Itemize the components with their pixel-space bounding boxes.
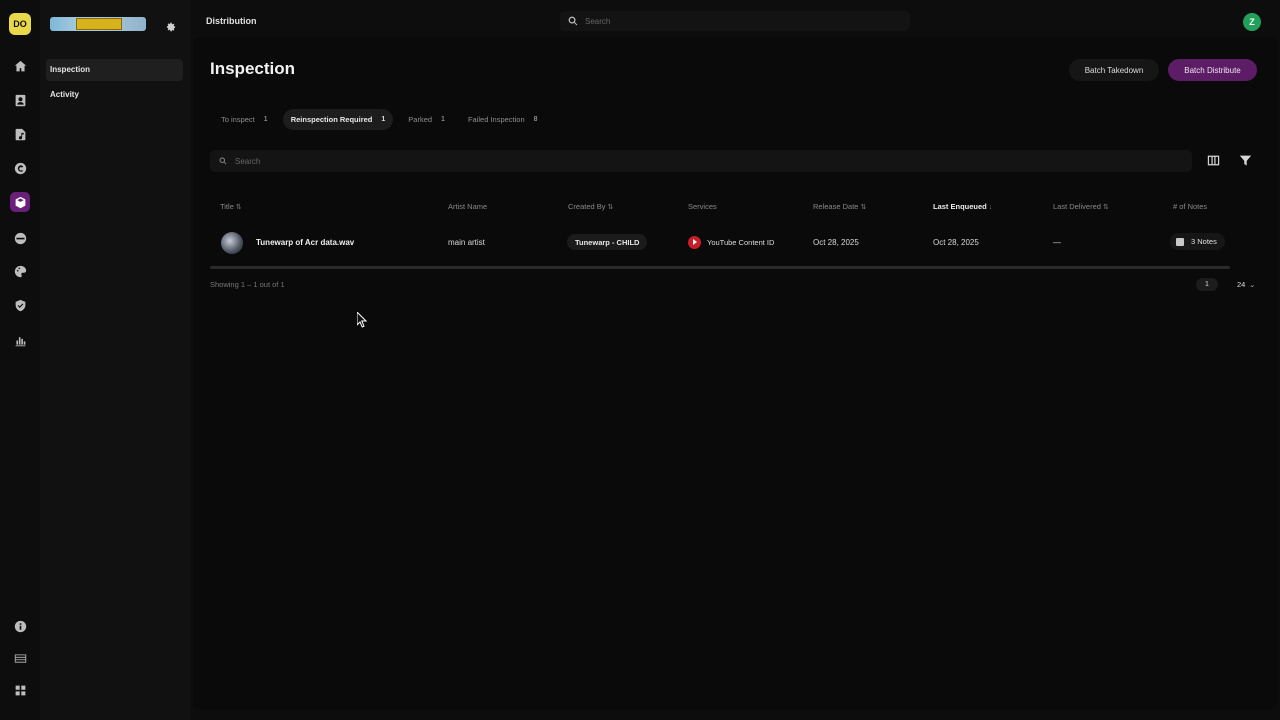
column-label: Title	[220, 202, 234, 211]
cube-icon[interactable]	[10, 192, 30, 212]
workspace-logo-mark	[76, 18, 122, 30]
filter-icon[interactable]	[1239, 154, 1253, 168]
tab-failed-inspection[interactable]: Failed Inspection 8	[460, 109, 546, 130]
notes-button[interactable]: 3 Notes	[1170, 233, 1225, 250]
last-delivered: —	[1053, 238, 1061, 247]
grid-icon[interactable]	[10, 680, 30, 700]
tab-label: Reinspection Required	[290, 115, 373, 124]
column-header-created-by[interactable]: Created By ⇅	[568, 202, 613, 211]
table-search-input[interactable]: Search	[210, 150, 1192, 172]
bar-chart-icon[interactable]	[10, 330, 30, 350]
page-size-value: 24	[1237, 280, 1246, 289]
sidebar-item-label: Inspection	[50, 65, 91, 74]
search-icon	[568, 16, 578, 26]
tab-label: Failed Inspection	[467, 115, 525, 124]
status-tabs: To inspect 1 Reinspection Required 1 Par…	[213, 109, 553, 131]
mouse-cursor-icon	[357, 312, 367, 328]
workspace-logo[interactable]	[50, 17, 146, 31]
chevron-down-icon: ⌄	[1249, 282, 1256, 289]
tab-label: Parked	[408, 115, 433, 124]
sidebar-item-label: Activity	[50, 90, 79, 99]
tab-to-inspect[interactable]: To inspect 1	[213, 109, 276, 130]
columns-icon[interactable]	[1207, 154, 1221, 168]
pagination-page-button[interactable]: 1	[1196, 278, 1218, 291]
release-date: Oct 28, 2025	[813, 238, 859, 247]
created-by-badge: Tunewarp - CHILD	[567, 234, 648, 250]
track-title[interactable]: Tunewarp of Acr data.wav	[256, 238, 354, 247]
app-logo[interactable]: DO	[9, 13, 31, 35]
sidebar-item-activity[interactable]: Activity	[46, 84, 183, 106]
tab-count: 1	[381, 116, 386, 123]
page-size-select[interactable]: 24 ⌄	[1237, 280, 1255, 289]
search-icon	[219, 157, 227, 165]
avatar[interactable]: Z	[1243, 13, 1261, 31]
sidebar-item-inspection[interactable]: Inspection	[46, 59, 183, 81]
column-header-title[interactable]: Title ⇅	[220, 202, 242, 211]
column-label: Artist Name	[448, 202, 488, 211]
search-placeholder: Search	[585, 16, 611, 26]
sort-icon: ⇅	[860, 204, 867, 211]
batch-takedown-button[interactable]: Batch Takedown	[1069, 59, 1159, 81]
logo-text: DO	[13, 19, 27, 29]
info-icon[interactable]	[10, 616, 30, 636]
column-label: Last Delivered	[1053, 202, 1101, 211]
tab-label: To inspect	[221, 115, 255, 124]
tab-parked[interactable]: Parked 1	[400, 109, 453, 130]
shield-icon[interactable]	[10, 295, 30, 315]
secondary-sidebar: Inspection Activity	[40, 0, 190, 720]
column-label: Release Date	[813, 202, 859, 211]
youtube-icon	[688, 235, 701, 249]
column-label: Created By	[568, 202, 606, 211]
column-header-services: Services	[688, 202, 717, 211]
home-icon[interactable]	[10, 56, 30, 76]
copyright-icon[interactable]	[10, 158, 30, 178]
tab-count: 1	[263, 116, 268, 123]
horizontal-scrollbar[interactable]	[210, 266, 1230, 269]
table-row[interactable]: Tunewarp of Acr data.wav main artist Tun…	[210, 227, 1230, 263]
global-search-input[interactable]: Search	[560, 11, 910, 31]
sort-desc-icon: ↓	[988, 204, 993, 211]
results-count: Showing 1 – 1 out of 1	[210, 280, 285, 289]
sort-icon: ⇅	[607, 204, 614, 211]
column-header-release-date[interactable]: Release Date ⇅	[813, 202, 866, 211]
sort-icon: ⇅	[1102, 204, 1109, 211]
icon-rail: DO	[0, 0, 40, 720]
search-placeholder: Search	[235, 156, 261, 166]
track-artwork	[221, 232, 243, 254]
music-file-icon[interactable]	[10, 124, 30, 144]
column-label: Services	[688, 202, 717, 211]
column-header-last-delivered[interactable]: Last Delivered ⇅	[1053, 202, 1109, 211]
artist-name: main artist	[448, 238, 485, 247]
service-label: YouTube Content ID	[707, 237, 775, 247]
column-header-notes: # of Notes	[1173, 202, 1207, 211]
service-badge: YouTube Content ID	[688, 234, 774, 250]
contact-card-icon[interactable]	[10, 90, 30, 110]
section-title: Distribution	[206, 16, 257, 26]
globe-icon[interactable]	[10, 228, 30, 248]
note-icon	[1176, 237, 1184, 246]
palette-icon[interactable]	[10, 261, 30, 281]
last-enqueued: Oct 28, 2025	[933, 238, 979, 247]
column-label: Last Enqueued	[933, 202, 987, 211]
table-icon[interactable]	[10, 648, 30, 668]
column-header-last-enqueued[interactable]: Last Enqueued ↓	[933, 202, 992, 211]
column-header-artist-name: Artist Name	[448, 202, 487, 211]
sort-icon: ⇅	[235, 204, 242, 211]
tab-count: 8	[533, 116, 538, 123]
notes-label: 3 Notes	[1191, 237, 1217, 246]
main-area: Distribution Search Z Inspection Batch T…	[190, 0, 1280, 720]
column-label: # of Notes	[1173, 202, 1208, 211]
content-panel: Inspection Batch Takedown Batch Distribu…	[193, 37, 1277, 709]
tab-count: 1	[441, 116, 445, 123]
batch-distribute-button[interactable]: Batch Distribute	[1168, 59, 1257, 81]
page-title: Inspection	[210, 59, 296, 78]
gear-icon[interactable]	[166, 19, 176, 32]
tab-reinspection-required[interactable]: Reinspection Required 1	[282, 109, 394, 130]
